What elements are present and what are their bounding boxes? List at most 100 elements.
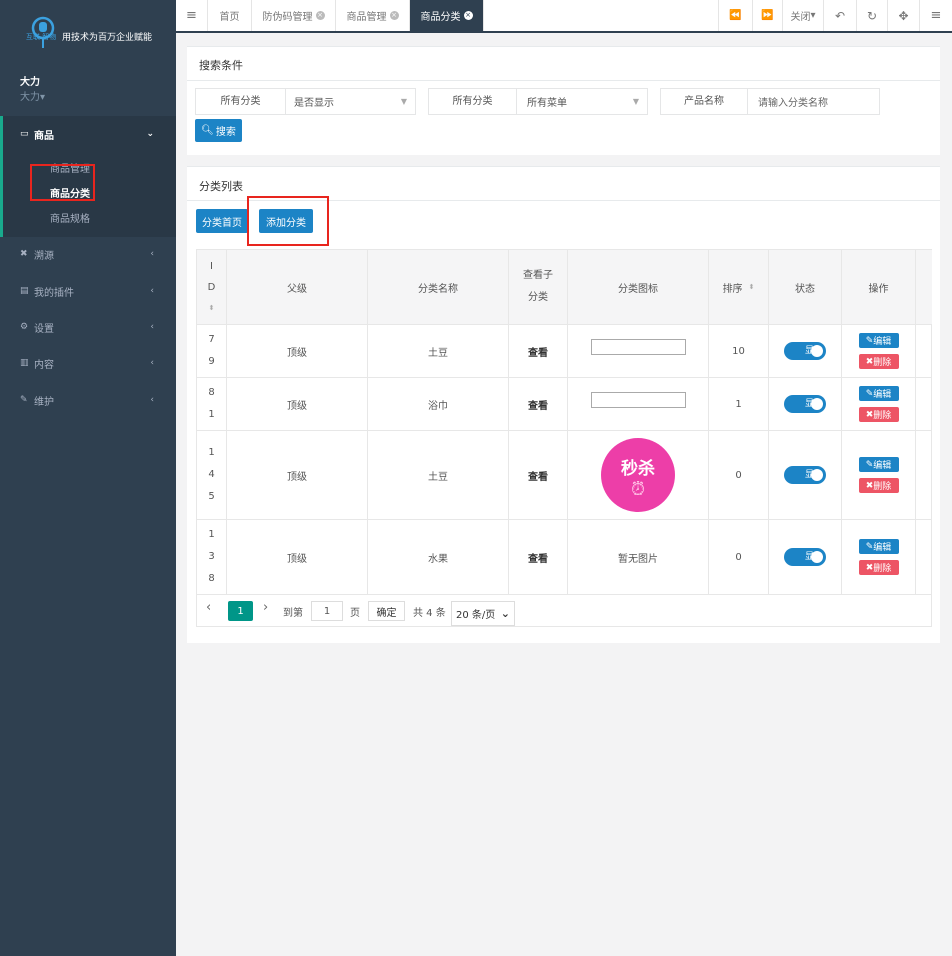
broken-image-icon <box>590 392 686 408</box>
nav-item-plugins[interactable]: ▤ 我的插件 ‹ <box>20 281 166 301</box>
show-select[interactable]: 所有分类 是否显示 ▼ <box>195 88 416 115</box>
button-label: 删除 <box>873 482 892 492</box>
goto-label: 到第 <box>283 608 303 619</box>
col-header-status: 状态 <box>769 250 842 325</box>
edit-button[interactable]: ✎ 编辑 <box>858 386 899 401</box>
cell-spacer <box>916 520 932 595</box>
cell-icon: 秒杀 ⏰︎ <box>568 431 709 520</box>
caret-down-icon: ▼ <box>632 97 639 106</box>
delete-button[interactable]: ✖ 删除 <box>858 407 899 422</box>
cell-sort: 0 <box>709 431 769 520</box>
broken-image-icon <box>590 339 686 355</box>
toggle-label: 显 <box>804 552 814 562</box>
alarm-clock-icon: ⏰︎ <box>630 479 646 500</box>
tab-anticounterfeit[interactable]: 防伪码管理 × <box>252 0 336 31</box>
tab-label: 商品管理 <box>346 12 387 23</box>
prev-page-icon[interactable]: ‹ <box>206 600 211 615</box>
cell-status: 显 <box>769 431 842 520</box>
tab-label: 商品分类 <box>420 12 461 23</box>
col-header-sort[interactable]: 排序 ⬍ <box>709 250 769 325</box>
cell-actions: ✎ 编辑 ✖ 删除 <box>842 520 916 595</box>
tab-goods-category[interactable]: 商品分类 × <box>410 0 484 31</box>
header-label: I D <box>207 260 216 293</box>
sidebar-sub-goods-spec[interactable]: 商品规格 <box>50 210 90 225</box>
caret-down-icon: ▼ <box>400 97 407 106</box>
refresh-icon[interactable]: ↻ <box>857 0 888 31</box>
search-icon: 🔍︎ <box>201 125 214 136</box>
page-label: 页 <box>350 608 360 619</box>
cell-id: 138 <box>197 520 227 595</box>
view-children-link[interactable]: 查看 <box>509 431 568 520</box>
user-name: 大力 <box>20 77 40 88</box>
close-icon[interactable]: × <box>463 11 473 20</box>
panel-title: 分类列表 <box>199 180 243 193</box>
close-icon[interactable]: × <box>389 11 399 20</box>
edit-icon: ✎ <box>865 459 874 470</box>
button-label: 编辑 <box>873 390 892 400</box>
search-button[interactable]: 🔍︎ 搜索 <box>195 119 242 142</box>
button-label: 删除 <box>873 358 892 368</box>
edit-button[interactable]: ✎ 编辑 <box>858 539 899 554</box>
user-role-dropdown[interactable]: 大力▾ <box>20 88 45 103</box>
sort-icon: ⬍ <box>208 303 215 312</box>
menu-select[interactable]: 所有分类 所有菜单 ▼ <box>428 88 648 115</box>
close-tabs-dropdown[interactable]: 关闭 ▾ <box>783 0 824 31</box>
delete-button[interactable]: ✖ 删除 <box>858 354 899 369</box>
field-label: 所有分类 <box>196 89 286 114</box>
wrench-icon: ✎ <box>20 395 28 405</box>
goto-confirm-button[interactable]: 确定 <box>368 601 405 621</box>
top-tab-bar: ≡ 首页 防伪码管理 × 商品管理 × 商品分类 × ⏪ ⏩ 关闭 ▾ ↶ ↻ ✥ ≡ <box>176 0 952 33</box>
page-size-select[interactable]: 20 条/页 ⌄ <box>451 601 515 626</box>
button-label: 编辑 <box>873 543 892 553</box>
nav-label: 维护 <box>34 396 54 408</box>
toggle-label: 显 <box>804 346 814 356</box>
scroll-right-icon[interactable]: ⏩ <box>753 0 783 31</box>
fullscreen-icon[interactable]: ✥ <box>888 0 920 31</box>
status-toggle[interactable]: 显 <box>784 395 826 413</box>
back-icon[interactable]: ↶ <box>824 0 857 31</box>
view-children-link[interactable]: 查看 <box>509 325 568 378</box>
sidebar: 互联 智物 用技术为百万企业赋能 大力 大力▾ ▭ 商品 ⌄ 商品管理 商品分类… <box>0 0 176 956</box>
cell-status: 显 <box>769 325 842 378</box>
edit-button[interactable]: ✎ 编辑 <box>858 457 899 472</box>
button-label: 删除 <box>873 411 892 421</box>
more-menu-icon[interactable]: ≡ <box>920 0 952 31</box>
scroll-left-icon[interactable]: ⏪ <box>718 0 753 31</box>
cell-id: 81 <box>197 378 227 431</box>
cell-name: 土豆 <box>368 431 509 520</box>
delete-button[interactable]: ✖ 删除 <box>858 560 899 575</box>
menu-toggle-icon[interactable]: ≡ <box>176 0 208 31</box>
button-label: 编辑 <box>873 337 892 347</box>
cross-icon: ✖ <box>20 249 28 259</box>
next-page-icon[interactable]: › <box>263 600 268 615</box>
cell-status: 显 <box>769 520 842 595</box>
chevron-left-icon: ‹ <box>150 395 154 405</box>
col-header-id[interactable]: I D ⬍ <box>197 250 227 325</box>
cell-sort: 0 <box>709 520 769 595</box>
edit-button[interactable]: ✎ 编辑 <box>858 333 899 348</box>
view-children-link[interactable]: 查看 <box>509 378 568 431</box>
delete-button[interactable]: ✖ 删除 <box>858 478 899 493</box>
nav-item-settings[interactable]: ⚙ 设置 ‹ <box>20 317 166 337</box>
close-icon[interactable]: × <box>315 11 325 20</box>
goto-page-input[interactable]: 1 <box>311 601 343 621</box>
status-toggle[interactable]: 显 <box>784 342 826 360</box>
status-toggle[interactable]: 显 <box>784 548 826 566</box>
category-name-input[interactable]: 请输入分类名称 <box>748 94 879 109</box>
nav-item-maintain[interactable]: ✎ 维护 ‹ <box>20 390 166 410</box>
nav-item-content[interactable]: ▥ 内容 ‹ <box>20 353 166 373</box>
cell-parent: 顶级 <box>227 520 368 595</box>
close-icon: ✖ <box>865 409 874 420</box>
col-header-name: 分类名称 <box>368 250 509 325</box>
cell-parent: 顶级 <box>227 325 368 378</box>
tab-goods-manage[interactable]: 商品管理 × <box>336 0 410 31</box>
nav-item-trace[interactable]: ✖ 溯源 ‹ <box>20 244 166 264</box>
tab-home[interactable]: 首页 <box>208 0 252 31</box>
category-home-button[interactable]: 分类首页 <box>196 209 248 233</box>
cell-parent: 顶级 <box>227 378 368 431</box>
page-1-button[interactable]: 1 <box>228 601 253 621</box>
status-toggle[interactable]: 显 <box>784 466 826 484</box>
nav-item-goods[interactable]: ▭ 商品 ⌄ <box>20 124 166 144</box>
close-icon: ✖ <box>865 562 874 573</box>
view-children-link[interactable]: 查看 <box>509 520 568 595</box>
